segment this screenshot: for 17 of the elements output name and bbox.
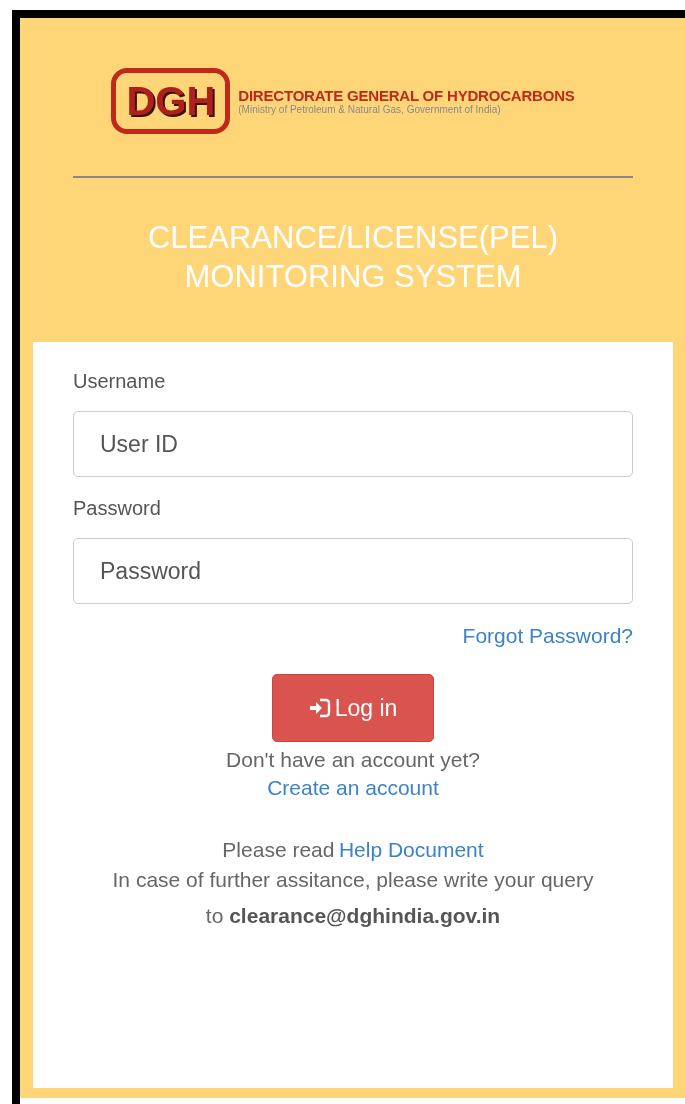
help-document-link[interactable]: Help Document xyxy=(338,838,484,861)
field-label: Username xyxy=(73,370,167,393)
contact-text: In case of further assitance, please write your query to clearance@dghindia.gov.in xyxy=(111,867,595,929)
system-title: MONITORING SYSTEM xyxy=(183,258,523,296)
login-button[interactable]: Log in xyxy=(272,674,434,742)
system-title: CLEARANCE/LICENSE(PEL) xyxy=(147,219,559,257)
input-field[interactable]: User ID xyxy=(73,411,633,477)
signup-prompt: Don't have an account yet? xyxy=(225,748,481,772)
logo-mark: DGH xyxy=(111,68,231,134)
organization-subtitle: (Ministry of Petroleum & Natural Gas, Government of India) xyxy=(238,104,502,115)
help-prefix: Please read xyxy=(222,838,335,861)
forgot-password-link[interactable]: Forgot Password? xyxy=(462,624,633,647)
field-label: Password xyxy=(73,497,162,520)
input-field[interactable]: Password xyxy=(73,538,633,604)
organization-name: DIRECTORATE GENERAL OF HYDROCARBONS xyxy=(238,87,575,104)
login-icon xyxy=(308,698,331,718)
create-account-link[interactable]: Create an account xyxy=(267,776,439,799)
